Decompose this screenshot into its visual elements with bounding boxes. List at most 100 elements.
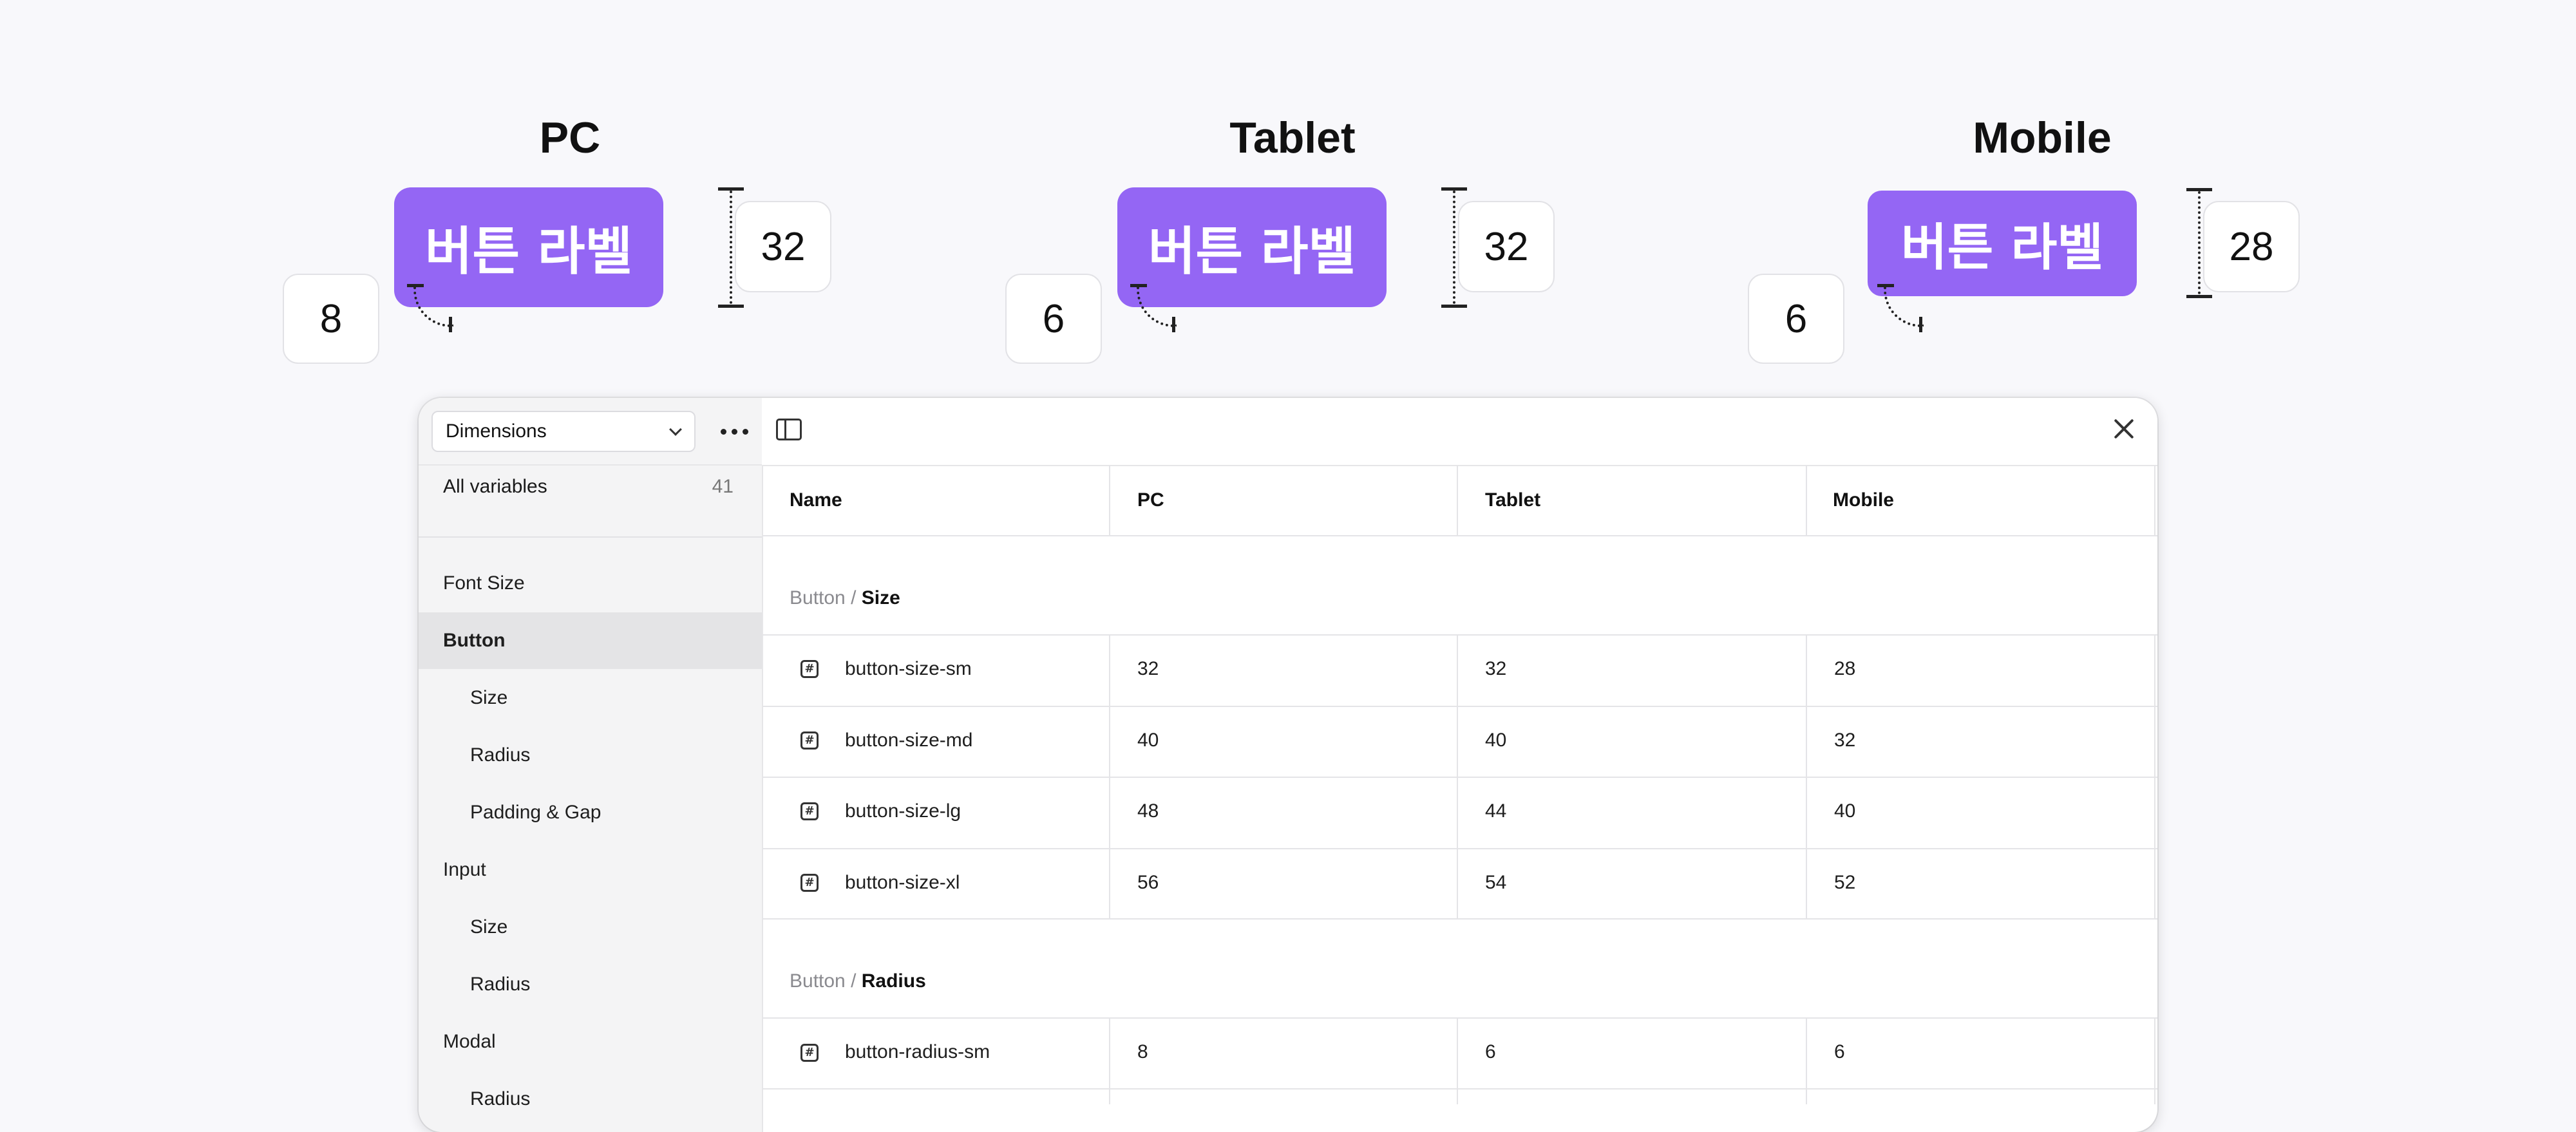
close-icon[interactable] (2113, 417, 2135, 439)
value-mobile[interactable]: 32 (1834, 730, 1855, 751)
collection-select[interactable]: Dimensions (431, 411, 696, 452)
more-options-icon[interactable] (715, 417, 753, 446)
column-divider (1457, 465, 1458, 536)
sidebar-item-modal[interactable]: Modal (419, 1014, 762, 1070)
device-title: Mobile (1973, 113, 2112, 162)
number-variable-icon: # (800, 1044, 819, 1062)
number-variable-icon: # (800, 731, 819, 750)
sidebar-item-button-padding-gap[interactable]: Padding & Gap (419, 784, 762, 841)
column-divider (1109, 634, 1110, 919)
device-title: Tablet (1229, 113, 1356, 162)
variable-name: button-size-md (845, 730, 973, 751)
sidebar-item-button-size[interactable]: Size (419, 670, 762, 726)
value-mobile[interactable]: 40 (1834, 800, 1855, 822)
divider (762, 1017, 2157, 1019)
sidebar-item-label: Input (443, 859, 486, 880)
column-header-tablet: Tablet (1485, 489, 1541, 511)
height-value-chip: 32 (1458, 201, 1555, 292)
section-group: Button (790, 587, 846, 608)
sidebar-item-label: Radius (470, 744, 531, 766)
sidebar-item-label: All variables (443, 476, 547, 497)
column-header-name: Name (790, 489, 842, 511)
radius-indicator (1884, 287, 1924, 327)
height-indicator (1453, 191, 1455, 304)
radius-marker-end (449, 317, 452, 332)
divider (762, 848, 2157, 849)
height-cap-bottom (718, 305, 744, 308)
panel-toolbar (762, 398, 2157, 466)
sample-button: 버튼 라벨 (1868, 191, 2137, 296)
column-divider (2154, 1017, 2155, 1104)
value-tablet[interactable]: 54 (1485, 872, 1506, 894)
section-group: Button (790, 970, 846, 992)
section-name: Radius (861, 970, 926, 992)
height-value-chip: 32 (735, 201, 831, 292)
divider (762, 918, 2157, 920)
divider (762, 634, 2157, 636)
variable-name: button-size-sm (845, 658, 972, 679)
sidebar-item-button[interactable]: Button (419, 612, 762, 669)
sidebar-item-label: Size (470, 916, 508, 938)
value-tablet[interactable]: 44 (1485, 800, 1506, 822)
radius-indicator (1137, 287, 1177, 327)
value-mobile[interactable]: 28 (1834, 658, 1855, 680)
section-header: Button / Size (790, 587, 900, 609)
section-separator: / (845, 587, 862, 608)
value-mobile[interactable]: 6 (1834, 1041, 1845, 1063)
column-divider (1806, 1017, 1807, 1104)
radius-indicator (413, 287, 453, 327)
number-variable-icon: # (800, 802, 819, 820)
sidebar-item-label: Size (470, 687, 508, 708)
sidebar-item-input-size[interactable]: Size (419, 899, 762, 956)
sidebar-item-label: Font Size (443, 572, 525, 594)
sidebar-item-label: Radius (470, 1088, 531, 1109)
value-pc[interactable]: 40 (1137, 730, 1159, 751)
column-divider (1109, 1017, 1110, 1104)
value-pc[interactable]: 48 (1137, 800, 1159, 822)
sidebar-item-label: Modal (443, 1031, 496, 1052)
sidebar-toggle-icon[interactable] (776, 419, 802, 440)
radius-marker-end (1172, 317, 1175, 332)
column-divider (1457, 634, 1458, 919)
column-divider (1109, 465, 1110, 536)
section-separator: / (845, 970, 862, 992)
value-pc[interactable]: 8 (1137, 1041, 1148, 1063)
sidebar-item-modal-radius[interactable]: Radius (419, 1071, 762, 1127)
column-divider (1457, 1017, 1458, 1104)
radius-value-chip: 6 (1005, 274, 1102, 364)
divider (762, 1088, 2157, 1090)
radius-value-chip: 8 (283, 274, 379, 364)
sidebar-item-button-radius[interactable]: Radius (419, 727, 762, 784)
sidebar: Dimensions All variables 41 Font Size Bu… (419, 398, 763, 1132)
sidebar-item-all-variables[interactable]: All variables 41 (419, 469, 762, 505)
column-header-mobile: Mobile (1833, 489, 1894, 511)
section-header: Button / Radius (790, 970, 926, 992)
section-name: Size (861, 587, 900, 608)
number-variable-icon: # (800, 660, 819, 678)
column-divider (1806, 634, 1807, 919)
variable-name: button-size-xl (845, 872, 960, 893)
column-divider (1806, 465, 1807, 536)
height-value-chip: 28 (2203, 201, 2300, 292)
value-mobile[interactable]: 52 (1834, 872, 1855, 894)
device-title: PC (539, 113, 601, 162)
value-tablet[interactable]: 32 (1485, 658, 1506, 680)
value-tablet[interactable]: 40 (1485, 730, 1506, 751)
height-indicator (2198, 191, 2201, 294)
sidebar-item-input[interactable]: Input (419, 842, 762, 898)
value-pc[interactable]: 32 (1137, 658, 1159, 680)
divider (419, 464, 762, 466)
column-header-pc: PC (1137, 489, 1164, 511)
divider (762, 706, 2157, 707)
column-divider (2154, 634, 2155, 919)
sidebar-item-font-size[interactable]: Font Size (419, 555, 762, 612)
value-pc[interactable]: 56 (1137, 872, 1159, 894)
divider (762, 535, 2157, 536)
number-variable-icon: # (800, 874, 819, 892)
sidebar-item-input-radius[interactable]: Radius (419, 956, 762, 1013)
variable-count: 41 (712, 476, 734, 497)
value-tablet[interactable]: 6 (1485, 1041, 1496, 1063)
height-cap-bottom (2186, 295, 2212, 298)
sidebar-item-label: Radius (470, 974, 531, 995)
radius-value-chip: 6 (1748, 274, 1844, 364)
